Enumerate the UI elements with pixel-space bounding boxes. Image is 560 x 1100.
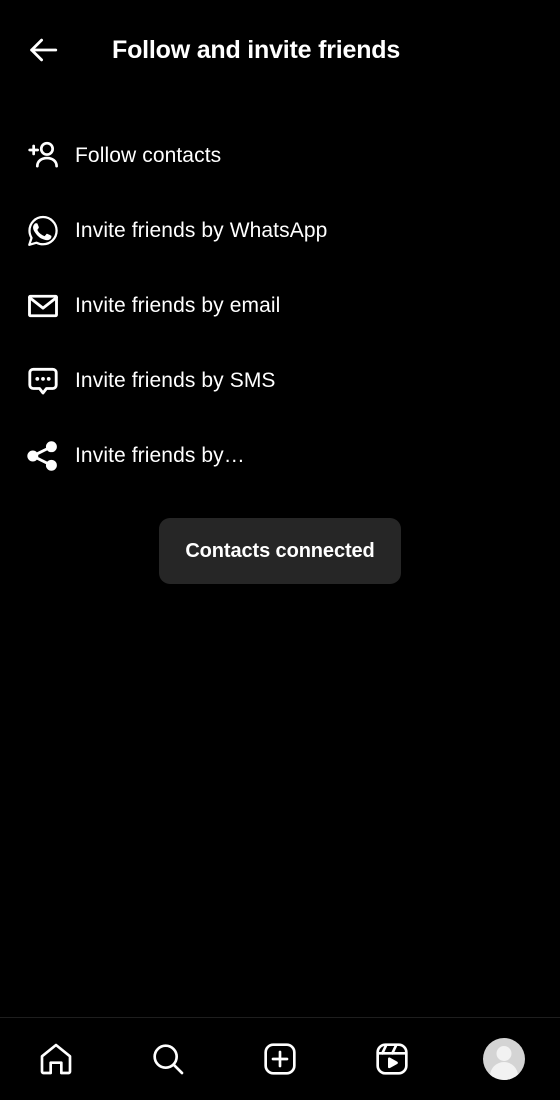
menu-item-invite-whatsapp[interactable]: Invite friends by WhatsApp (0, 193, 560, 268)
page-title: Follow and invite friends (112, 35, 401, 64)
message-bubble-icon (18, 363, 68, 399)
nav-item-search[interactable] (128, 1028, 208, 1090)
app-header: Follow and invite friends (0, 0, 560, 100)
share-nodes-icon (18, 438, 68, 474)
nav-item-create[interactable] (240, 1028, 320, 1090)
avatar-body (490, 1062, 518, 1080)
avatar-icon (483, 1038, 525, 1080)
menu-item-invite-sms[interactable]: Invite friends by SMS (0, 343, 560, 418)
invite-options-list: Follow contacts Invite friends by WhatsA… (0, 118, 560, 493)
avatar-head (496, 1046, 512, 1061)
menu-item-label: Follow contacts (75, 143, 222, 167)
back-button[interactable] (15, 22, 71, 78)
arrow-left-icon (26, 33, 60, 67)
envelope-icon (18, 288, 68, 324)
menu-item-label: Invite friends by WhatsApp (75, 218, 328, 242)
menu-item-label: Invite friends by… (75, 443, 245, 467)
plus-square-icon (260, 1039, 300, 1079)
toast-notification: Contacts connected (159, 518, 401, 584)
menu-item-invite-share[interactable]: Invite friends by… (0, 418, 560, 493)
toast-message: Contacts connected (185, 539, 375, 562)
search-icon (148, 1039, 188, 1079)
reels-icon (372, 1039, 412, 1079)
person-add-icon (18, 137, 68, 175)
menu-item-invite-email[interactable]: Invite friends by email (0, 268, 560, 343)
bottom-navigation-bar (0, 1017, 560, 1100)
nav-item-profile[interactable] (464, 1028, 544, 1090)
nav-item-home[interactable] (16, 1028, 96, 1090)
menu-item-follow-contacts[interactable]: Follow contacts (0, 118, 560, 193)
home-icon (36, 1039, 76, 1079)
whatsapp-icon (18, 213, 68, 249)
menu-item-label: Invite friends by email (75, 293, 281, 317)
nav-item-reels[interactable] (352, 1028, 432, 1090)
menu-item-label: Invite friends by SMS (75, 368, 276, 392)
